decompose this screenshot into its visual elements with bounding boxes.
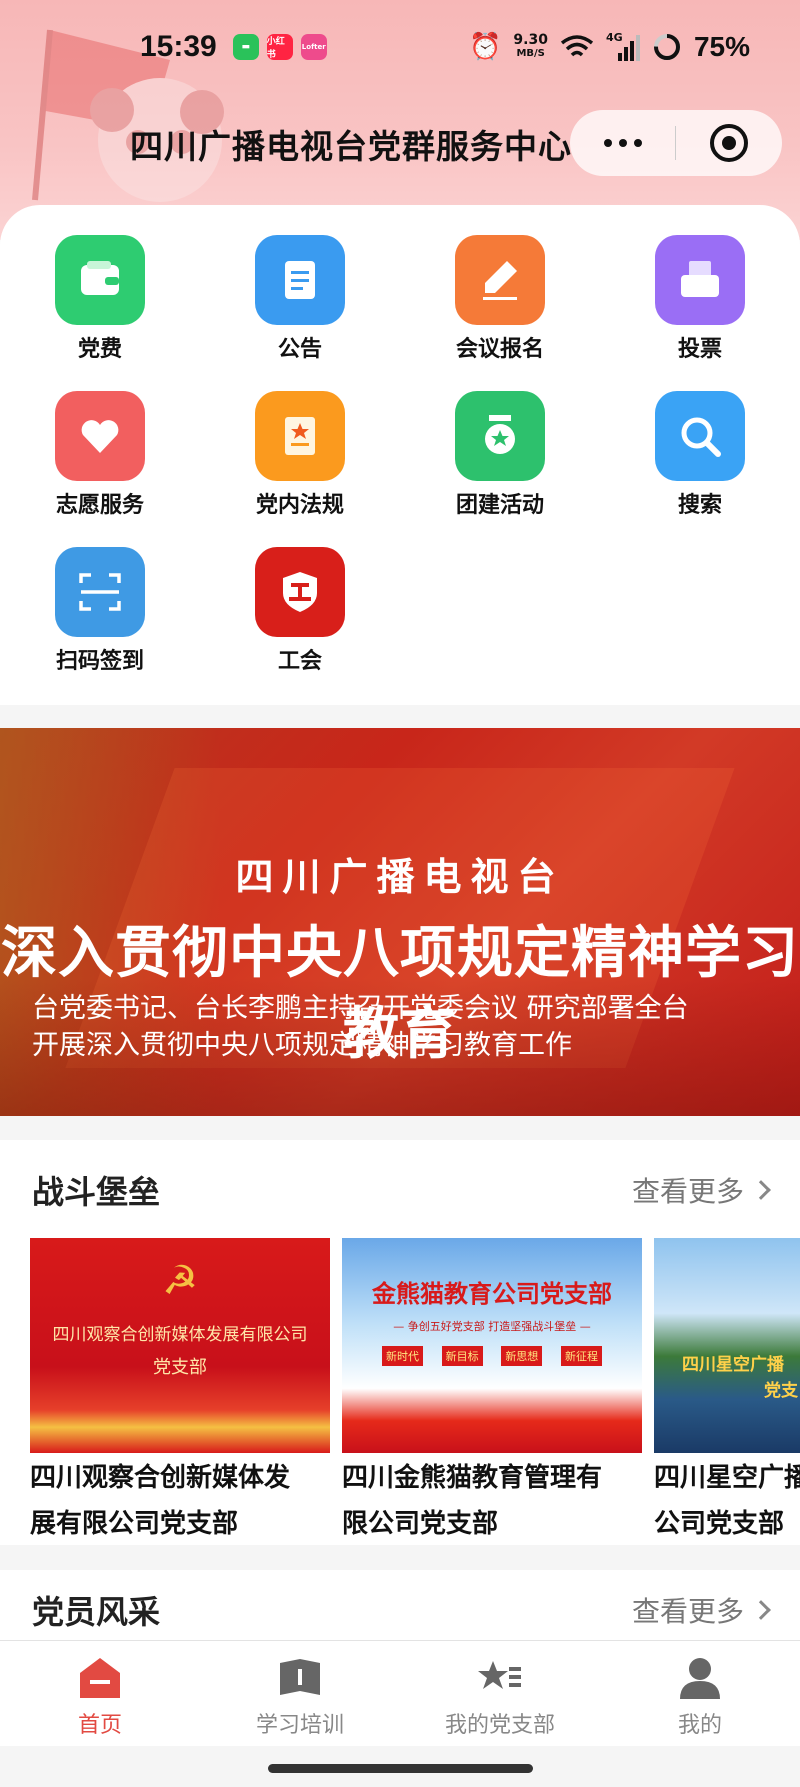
status-time: 15:39	[140, 30, 217, 63]
card-tags: 新时代 新目标 新思想 新征程	[382, 1346, 602, 1366]
more-options-button[interactable]	[570, 139, 675, 147]
card-image: 四川星空广播 党支	[654, 1238, 800, 1453]
close-button[interactable]	[676, 124, 781, 162]
tab-label: 我的党支部	[444, 1713, 555, 1738]
pen-icon	[455, 235, 545, 325]
grid-label: 扫码签到	[55, 649, 144, 674]
grid-item-party-rules[interactable]: 党内法规	[200, 361, 400, 518]
grid-item-volunteer[interactable]: 志愿服务	[0, 361, 200, 518]
view-more-link[interactable]: 查看更多	[632, 1170, 771, 1210]
tab-label: 学习培训	[255, 1713, 344, 1738]
grid-item-vote[interactable]: 投票	[600, 205, 800, 362]
fortress-card[interactable]: 四川星空广播 党支 四川星空广播 公司党支部	[654, 1238, 800, 1547]
fortress-section: 战斗堡垒 查看更多 ☭ 四川观察合创新媒体发展有限公司 党支部 四川观察合创新媒…	[0, 1140, 800, 1545]
banner-description: 台党委书记、台长李鹏主持召开党委会议 研究部署全台 开展深入贯彻中央八项规定精神…	[32, 993, 689, 1061]
grid-item-team-building[interactable]: 团建活动	[400, 361, 600, 518]
document-icon	[255, 235, 345, 325]
user-icon	[677, 1655, 723, 1701]
home-indicator[interactable]	[268, 1764, 533, 1773]
page-title: 四川广播电视台党群服务中心	[130, 127, 572, 166]
grid-item-meeting-signup[interactable]: 会议报名	[400, 205, 600, 362]
card-title: 四川观察合创新媒体发 展有限公司党支部	[30, 1463, 291, 1539]
search-icon	[655, 391, 745, 481]
status-right-icons: ⏰ 9.30 MB/S 4G 75%	[469, 31, 750, 63]
close-icon	[709, 124, 748, 162]
wallet-icon	[55, 235, 145, 325]
bottom-tab-bar: 首页 学习培训 我的党支部 我的	[0, 1640, 800, 1746]
grid-item-search[interactable]: 搜索	[600, 361, 800, 518]
grid-item-scan-checkin[interactable]: 扫码签到	[0, 517, 200, 674]
wifi-icon	[560, 35, 594, 57]
grid-label: 团建活动	[455, 493, 544, 518]
section-header: 战斗堡垒 查看更多	[32, 1160, 771, 1220]
medal-icon	[455, 391, 545, 481]
grid-item-union[interactable]: 工会	[200, 517, 400, 674]
message-app-icon: ▬	[232, 34, 259, 60]
grid-label: 党内法规	[255, 493, 344, 518]
status-bar: 15:39 ▬ 小红书 Lofter ⏰ 9.30 MB/S 4G 75%	[0, 20, 800, 74]
section-header: 党员风采 查看更多	[32, 1580, 771, 1640]
alarm-icon: ⏰	[469, 32, 502, 62]
grid-item-notice[interactable]: 公告	[200, 205, 400, 362]
grid-label: 会议报名	[455, 337, 544, 362]
view-more-link[interactable]: 查看更多	[632, 1590, 771, 1630]
card-title: 四川星空广播 公司党支部	[654, 1463, 800, 1539]
grid-label: 党费	[77, 337, 122, 362]
grid-label: 工会	[277, 649, 322, 674]
xiaohongshu-app-icon: 小红书	[266, 34, 293, 60]
hammer-sickle-icon: ☭	[162, 1258, 198, 1304]
chevron-right-icon	[751, 1180, 771, 1200]
app-title-bar: 四川广播电视台党群服务中心	[0, 110, 800, 180]
grid-label: 公告	[277, 337, 322, 362]
tab-label: 首页	[77, 1713, 122, 1738]
card-title: 四川金熊猫教育管理有 限公司党支部	[342, 1463, 603, 1539]
mini-program-capsule	[570, 110, 782, 176]
members-section: 党员风采 查看更多	[0, 1570, 800, 1640]
ballot-box-icon	[655, 235, 745, 325]
section-title: 战斗堡垒	[32, 1173, 161, 1211]
book-icon	[277, 1655, 323, 1701]
scan-icon	[55, 547, 145, 637]
grid-label: 投票	[677, 337, 722, 362]
tab-label: 我的	[677, 1713, 722, 1738]
card-image: 金熊猫教育公司党支部 — 争创五好党支部 打造坚强战斗堡垒 — 新时代 新目标 …	[342, 1238, 642, 1453]
grid-label: 志愿服务	[55, 493, 144, 518]
status-app-icons: ▬ 小红书 Lofter	[232, 34, 327, 60]
fortress-card-list: ☭ 四川观察合创新媒体发展有限公司 党支部 四川观察合创新媒体发 展有限公司党支…	[30, 1238, 800, 1539]
heart-icon	[55, 391, 145, 481]
lofter-app-icon: Lofter	[300, 34, 327, 60]
chevron-right-icon	[751, 1600, 771, 1620]
banner-subtitle: 四川广播电视台	[235, 855, 565, 899]
tab-home[interactable]: 首页	[0, 1641, 200, 1746]
tab-mine[interactable]: 我的	[600, 1641, 800, 1746]
fortress-card[interactable]: 金熊猫教育公司党支部 — 争创五好党支部 打造坚强战斗堡垒 — 新时代 新目标 …	[342, 1238, 642, 1547]
battery-ring-icon	[653, 34, 680, 60]
function-grid: 党费 公告 会议报名 投票 志愿服务 党内法规 团建活动 搜索 扫码签到 工会	[0, 205, 800, 705]
tab-study[interactable]: 学习培训	[200, 1641, 400, 1746]
star-list-icon	[477, 1655, 523, 1701]
grid-label: 搜索	[677, 493, 722, 518]
network-speed: 9.30 MB/S	[513, 32, 548, 59]
home-icon	[77, 1655, 123, 1701]
card-image: ☭ 四川观察合创新媒体发展有限公司 党支部	[30, 1238, 330, 1453]
tab-my-branch[interactable]: 我的党支部	[400, 1641, 600, 1746]
union-shield-icon	[255, 547, 345, 637]
section-title: 党员风采	[32, 1593, 161, 1631]
fortress-card[interactable]: ☭ 四川观察合创新媒体发展有限公司 党支部 四川观察合创新媒体发 展有限公司党支…	[30, 1238, 330, 1547]
rulebook-icon	[255, 391, 345, 481]
battery-level: 75%	[693, 31, 750, 62]
grid-item-party-fee[interactable]: 党费	[0, 205, 200, 362]
cellular-signal-icon: 4G	[606, 31, 640, 61]
news-banner[interactable]: 四川广播电视台 深入贯彻中央八项规定精神学习教育 台党委书记、台长李鹏主持召开党…	[0, 728, 800, 1116]
